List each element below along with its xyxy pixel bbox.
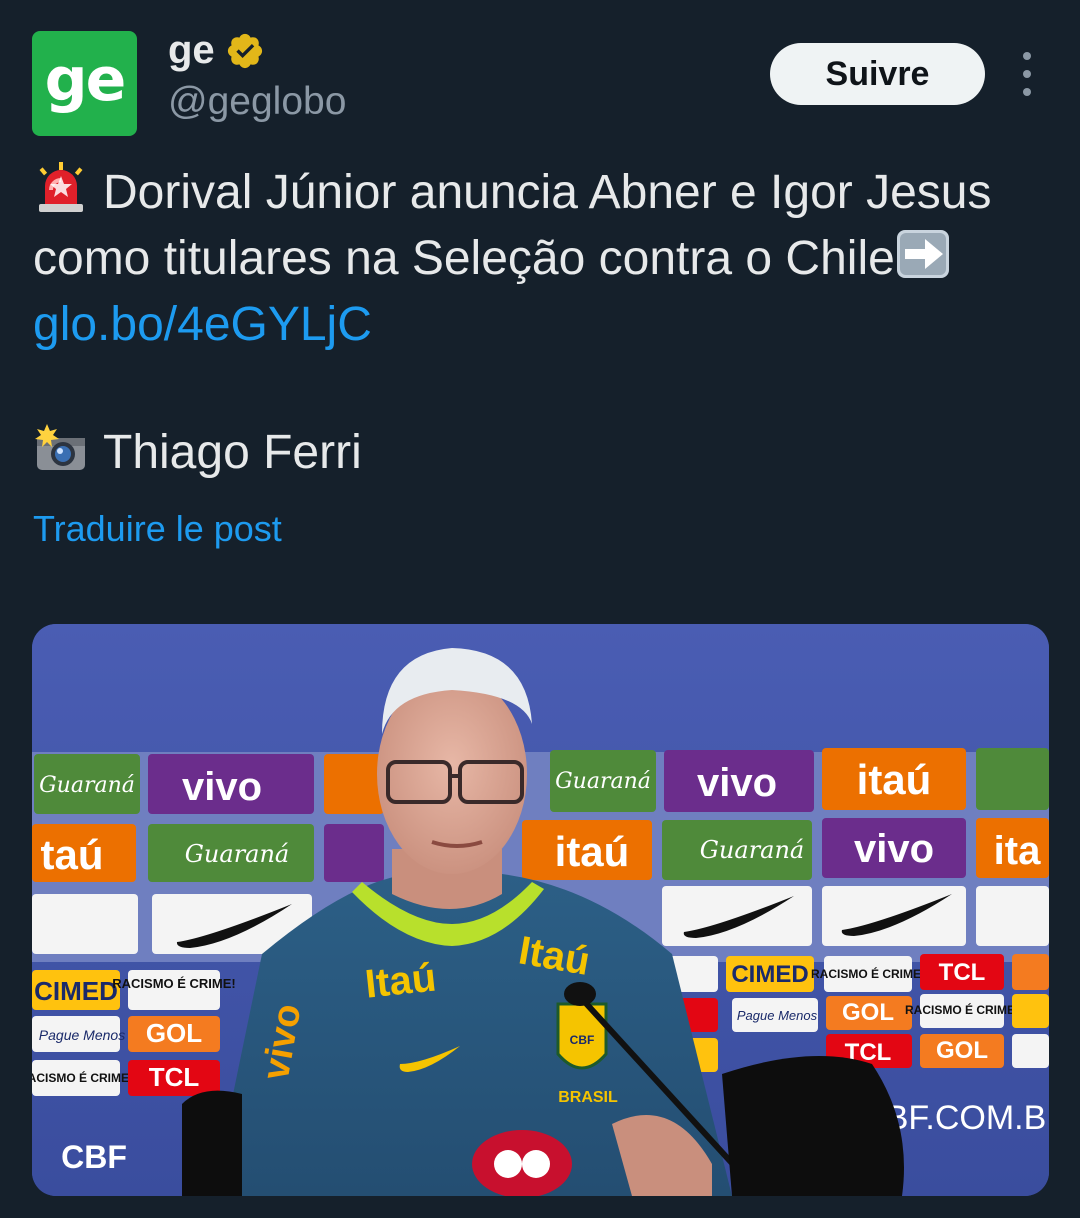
tweet-text: Dorival Júnior anuncia Abner e Igor Jesu… [33, 160, 1053, 358]
svg-text:vivo: vivo [697, 761, 777, 805]
right-arrow-icon [896, 230, 949, 278]
sponsor-guarana: Guaraná [39, 773, 135, 798]
svg-text:TCL: TCL [939, 959, 986, 986]
svg-text:Pague Menos: Pague Menos [737, 1008, 818, 1023]
shirt-itau-text: Itaú [363, 955, 438, 1006]
svg-text:GOL: GOL [842, 999, 894, 1026]
more-dot [1023, 88, 1031, 96]
svg-text:ita: ita [994, 829, 1041, 873]
follow-button[interactable]: Suivre [770, 43, 985, 105]
sponsor-cimed: CIMED [34, 976, 118, 1006]
tweet-line-2: como titulares na Seleção contra o Chile [33, 232, 895, 285]
display-name-row[interactable]: ge [168, 28, 265, 73]
credit-name: Thiago Ferri [103, 426, 362, 479]
tweet-image[interactable]: Guaraná vivo Guaraná vivo itaú taú Guara… [32, 624, 1049, 1196]
verified-badge-icon [227, 33, 262, 68]
more-dot [1023, 70, 1031, 78]
tweet-line-1: Dorival Júnior anuncia Abner e Igor Jesu… [103, 166, 992, 219]
translate-post-link[interactable]: Traduire le post [33, 508, 282, 550]
avatar-logo: ge [44, 44, 127, 115]
handle[interactable]: @geglobo [168, 80, 346, 124]
svg-text:CIMED: CIMED [731, 961, 808, 988]
crest-cbf-text: CBF [570, 1033, 595, 1047]
sponsor-itau: itaú [857, 756, 932, 803]
rotating-light-icon [39, 162, 83, 212]
sponsor-racismo: RACISMO É CRIME! [112, 976, 236, 991]
sponsor-tcl: TCL [149, 1062, 200, 1092]
svg-text:Guaraná: Guaraná [700, 836, 804, 864]
svg-text:vivo: vivo [854, 827, 934, 871]
tweet-link[interactable]: glo.bo/4eGYLjC [33, 298, 372, 351]
display-name[interactable]: ge [168, 28, 215, 73]
sponsor-vivo: vivo [182, 765, 262, 809]
svg-text:itaú: itaú [555, 828, 630, 875]
press-conference-photo: Guaraná vivo Guaraná vivo itaú taú Guara… [32, 624, 1049, 1196]
svg-text:GOL: GOL [936, 1037, 988, 1064]
shirt-brasil-text: BRASIL [558, 1089, 618, 1106]
svg-text:Guaraná: Guaraná [185, 840, 289, 868]
photo-credit: Thiago Ferri [33, 420, 362, 486]
sponsor-cbf: CBF [61, 1139, 127, 1175]
avatar[interactable]: ge [32, 31, 137, 136]
svg-text:RACISMO É CRIME!: RACISMO É CRIME! [905, 1002, 1019, 1017]
svg-text:RACISMO É CRIME!: RACISMO É CRIME! [811, 966, 925, 981]
svg-text:RACISMO É CRIME!: RACISMO É CRIME! [32, 1070, 133, 1085]
sponsor-pague-menos: Pague Menos [39, 1027, 125, 1043]
microphone [564, 982, 596, 1006]
sponsor-gol: GOL [146, 1018, 202, 1048]
svg-text:Guaraná: Guaraná [555, 769, 651, 794]
svg-text:taú: taú [41, 831, 104, 878]
more-options-icon[interactable] [1010, 52, 1044, 96]
camera-flash-icon [35, 424, 85, 470]
more-dot [1023, 52, 1031, 60]
chair [722, 1056, 904, 1196]
